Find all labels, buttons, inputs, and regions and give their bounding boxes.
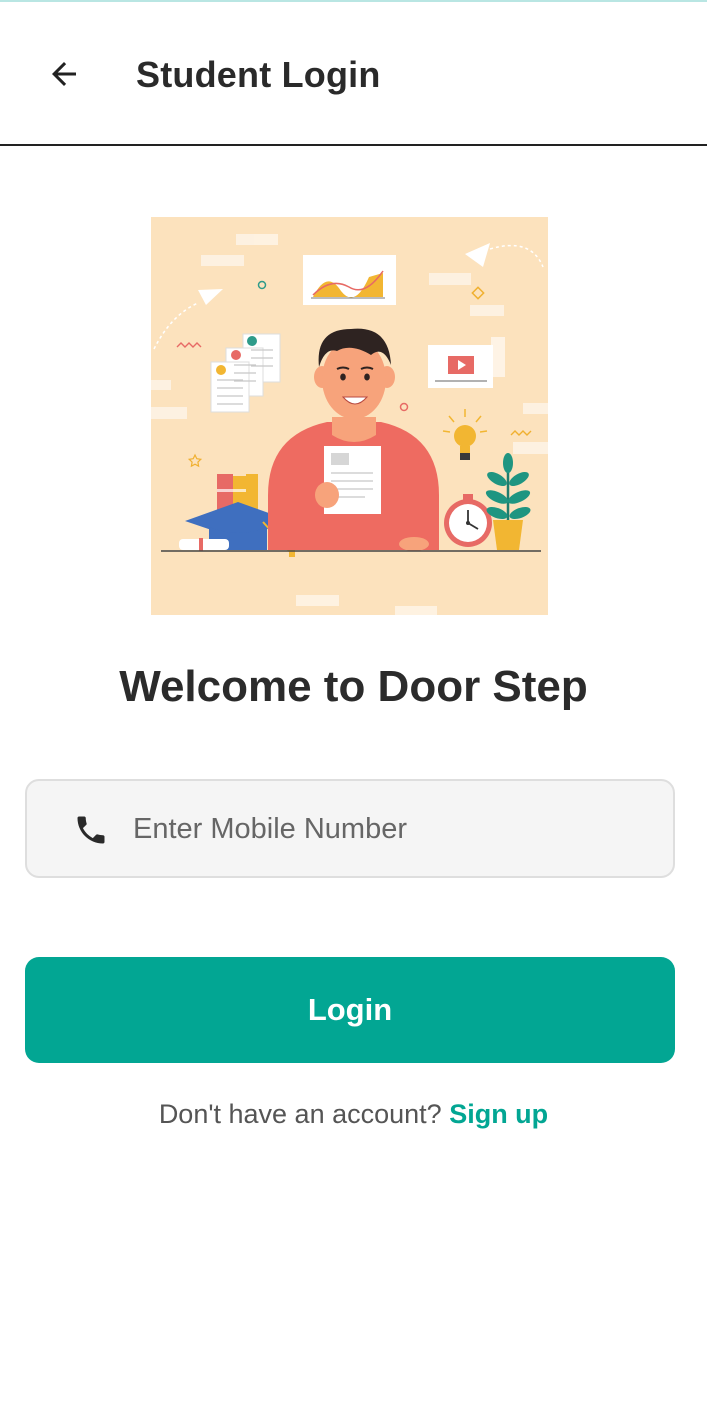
welcome-heading: Welcome to Door Step — [119, 662, 588, 711]
phone-icon — [77, 816, 105, 844]
signup-prompt-row: Don't have an account? Sign up — [0, 1099, 707, 1130]
app-bar: Student Login — [0, 2, 707, 146]
page-title: Student Login — [136, 54, 381, 95]
sign-up-link[interactable]: Sign up — [449, 1099, 548, 1129]
arrow-left-icon — [52, 62, 76, 86]
hero-illustration — [151, 217, 548, 615]
mobile-number-input[interactable] — [133, 801, 653, 857]
mobile-number-field[interactable] — [25, 779, 675, 878]
signup-prompt-text: Don't have an account? — [158, 1099, 442, 1129]
login-button[interactable]: Login — [25, 957, 675, 1063]
back-button[interactable] — [40, 50, 88, 98]
